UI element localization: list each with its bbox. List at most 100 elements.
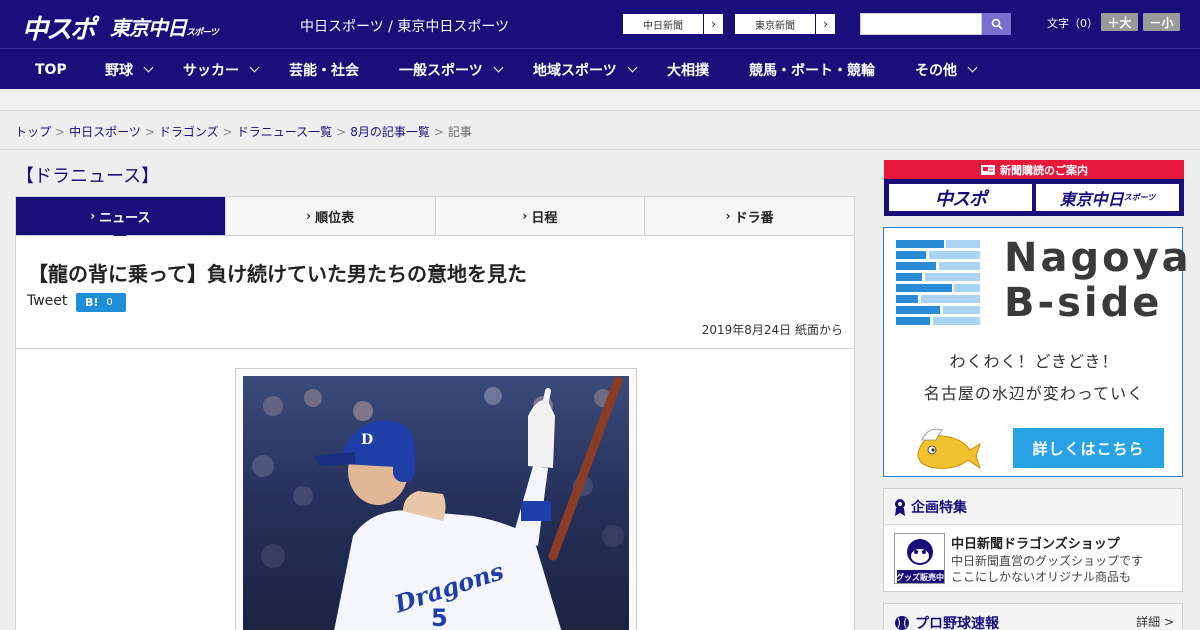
article-photo[interactable]: D Dragons 5: [243, 376, 629, 630]
live-scores-details-link[interactable]: 詳細 >: [1136, 613, 1174, 630]
chevron-right-icon: ›: [522, 209, 528, 223]
chuspo-logo[interactable]: 中スポ: [22, 9, 96, 46]
tab-label: 日程: [531, 210, 558, 226]
hatena-bookmark-button[interactable]: B! 0: [76, 293, 126, 312]
font-smaller-button[interactable]: －小: [1143, 13, 1180, 31]
breadcrumb-current: 記事: [447, 125, 472, 139]
ad-title-line1: Nagoya: [1004, 235, 1192, 281]
chunichi-shimbun-link[interactable]: 中日新聞 ›: [622, 13, 724, 35]
baseball-icon: [895, 616, 909, 630]
breadcrumb-news-list[interactable]: ドラニュース一覧: [237, 125, 332, 139]
tokyo-logo-sub: スポーツ: [186, 28, 219, 38]
nav-item-racing[interactable]: 競馬・ボート・競輪: [749, 49, 875, 90]
breadcrumb-separator: >: [222, 125, 233, 139]
tab-schedule[interactable]: › 日程: [434, 197, 645, 235]
svg-text:D: D: [361, 432, 373, 448]
newspaper-icon: [981, 164, 995, 175]
jersey-number: 5: [431, 604, 448, 630]
sub-nav-strip: [0, 89, 1200, 111]
live-scores-label: プロ野球速報: [915, 616, 999, 630]
article-photo-frame: D Dragons 5: [235, 368, 637, 630]
nav-label: 一般スポーツ: [399, 62, 483, 79]
ad-tagline-2: 名古屋の水辺が変わっていく: [923, 384, 1145, 403]
breadcrumb-august-list[interactable]: 8月の記事一覧: [350, 125, 430, 139]
tweet-button[interactable]: Tweet: [27, 293, 67, 309]
header-bar: 中スポ 東京中日スポーツ 中日スポーツ / 東京中日スポーツ 中日新聞 › 東京…: [0, 0, 1200, 48]
main-nav: TOP 野球 サッカー 芸能・社会 一般スポーツ 地域スポーツ 大相撲 競馬・ボ…: [0, 48, 1200, 89]
tab-label: ドラ番: [734, 210, 774, 226]
nav-label: 大相撲: [667, 62, 709, 79]
article: 【龍の背に乗って】負け続けていた男たちの意地を見た Tweet B! 0 2019…: [15, 236, 855, 630]
nav-item-soccer[interactable]: サッカー: [183, 49, 260, 90]
nagoya-bside-ad[interactable]: Nagoya B-side わくわく！どきどき！ 名古屋の水辺が変わっていく 詳し…: [883, 227, 1189, 477]
subscribe-tokyo-label: 東京中日: [1059, 189, 1124, 209]
chevron-down-icon: [143, 62, 154, 73]
breadcrumb-bar: トップ > 中日スポーツ > ドラゴンズ > ドラニュース一覧 >8月の記事一覧 > 記事: [0, 112, 1200, 150]
breadcrumb-top[interactable]: トップ: [15, 125, 51, 139]
nav-label: その他: [915, 62, 957, 79]
breadcrumb-separator: >: [144, 125, 155, 139]
ad-title-line2: B-side: [1004, 280, 1163, 326]
subscription-heading-label: 新聞購読のご案内: [1000, 163, 1088, 177]
feature-item-title[interactable]: 中日新聞ドラゴンズショップ: [951, 533, 1120, 552]
breadcrumb-chunichi-sports[interactable]: 中日スポーツ: [69, 125, 141, 139]
live-scores-heading: プロ野球速報: [894, 613, 999, 630]
nav-item-general-sports[interactable]: 一般スポーツ: [399, 49, 504, 90]
nav-label: 芸能・社会: [289, 62, 359, 79]
font-larger-button[interactable]: ＋大: [1101, 13, 1138, 31]
nav-item-other[interactable]: その他: [915, 49, 978, 90]
feature-box: 企画特集 グッズ販売中 中日新聞ドラゴンズショップ 中日新聞直営のグッズショップ…: [883, 488, 1183, 592]
search-input[interactable]: [860, 13, 982, 35]
nav-item-local-sports[interactable]: 地域スポーツ: [533, 49, 638, 90]
ad-tagline-1: わくわく！どきどき！: [949, 352, 1119, 371]
nav-item-sumo[interactable]: 大相撲: [667, 49, 709, 90]
article-title: 【龍の背に乗って】負け続けていた男たちの意地を見た: [28, 262, 527, 286]
subscribe-tokyo-chunichi-button[interactable]: 東京中日 スポーツ: [1036, 184, 1179, 211]
feature-desc-line1: 中日新聞直営のグッズショップです: [951, 554, 1144, 568]
tab-reporter[interactable]: › ドラ番: [644, 197, 854, 235]
feature-desc-line2: ここにしかないオリジナル商品も: [951, 570, 1132, 584]
nav-item-top[interactable]: TOP: [35, 49, 67, 90]
hatena-count: 0: [106, 297, 113, 308]
feature-item-description: 中日新聞直営のグッズショップです ここにしかないオリジナル商品も: [951, 553, 1143, 585]
nav-label: 競馬・ボート・競輪: [749, 62, 875, 79]
building-graphic-icon: [896, 240, 980, 325]
search-icon: [991, 18, 1003, 30]
site-name: 中日スポーツ / 東京中日スポーツ: [300, 19, 510, 35]
chevron-right-icon: ›: [703, 14, 723, 34]
nav-item-baseball[interactable]: 野球: [105, 49, 154, 90]
chevron-right-icon: ›: [815, 14, 835, 34]
chevron-right-icon: ›: [90, 209, 96, 223]
ad-details-button[interactable]: 詳しくはこちら: [1013, 428, 1164, 468]
section-title: 【ドラニュース】: [16, 166, 160, 187]
chunichi-shimbun-label: 中日新聞: [643, 20, 683, 32]
shachihoko-mascot-icon: [917, 428, 981, 470]
breadcrumb-dragons[interactable]: ドラゴンズ: [159, 125, 219, 139]
hatena-label: B!: [85, 296, 99, 309]
breadcrumb-separator: >: [336, 125, 347, 139]
feature-heading-label: 企画特集: [911, 499, 967, 516]
tab-label: ニュース: [99, 210, 151, 226]
divider: [16, 348, 854, 349]
subscribe-tokyo-sub: スポーツ: [1123, 193, 1156, 202]
article-date: 2019年8月24日 紙面から: [701, 323, 843, 337]
tab-news[interactable]: › ニュース: [16, 197, 225, 243]
dragons-shop-thumbnail[interactable]: グッズ販売中: [894, 533, 945, 584]
search-button[interactable]: [982, 13, 1011, 35]
ad-title: Nagoya B-side: [1004, 236, 1192, 326]
chevron-right-icon: ›: [725, 209, 731, 223]
subscribe-chuspo-button[interactable]: 中スポ: [889, 184, 1032, 211]
nav-label: 地域スポーツ: [533, 62, 617, 79]
tab-standings[interactable]: › 順位表: [224, 197, 435, 235]
tab-label: 順位表: [315, 210, 355, 226]
tokyo-logo-main: 東京中日: [110, 16, 187, 40]
nav-item-entertainment[interactable]: 芸能・社会: [289, 49, 359, 90]
tokyo-shimbun-link[interactable]: 東京新聞 ›: [734, 13, 836, 35]
subscription-heading[interactable]: 新聞購読のご案内: [884, 160, 1184, 179]
tokyo-chunichi-logo[interactable]: 東京中日スポーツ: [110, 12, 219, 41]
breadcrumb: トップ > 中日スポーツ > ドラゴンズ > ドラニュース一覧 >8月の記事一覧 > 記事: [15, 123, 472, 140]
feature-heading: 企画特集: [884, 489, 1182, 525]
ribbon-icon: [895, 498, 905, 516]
breadcrumb-separator: >: [55, 125, 66, 139]
chevron-right-icon: ›: [306, 209, 312, 223]
